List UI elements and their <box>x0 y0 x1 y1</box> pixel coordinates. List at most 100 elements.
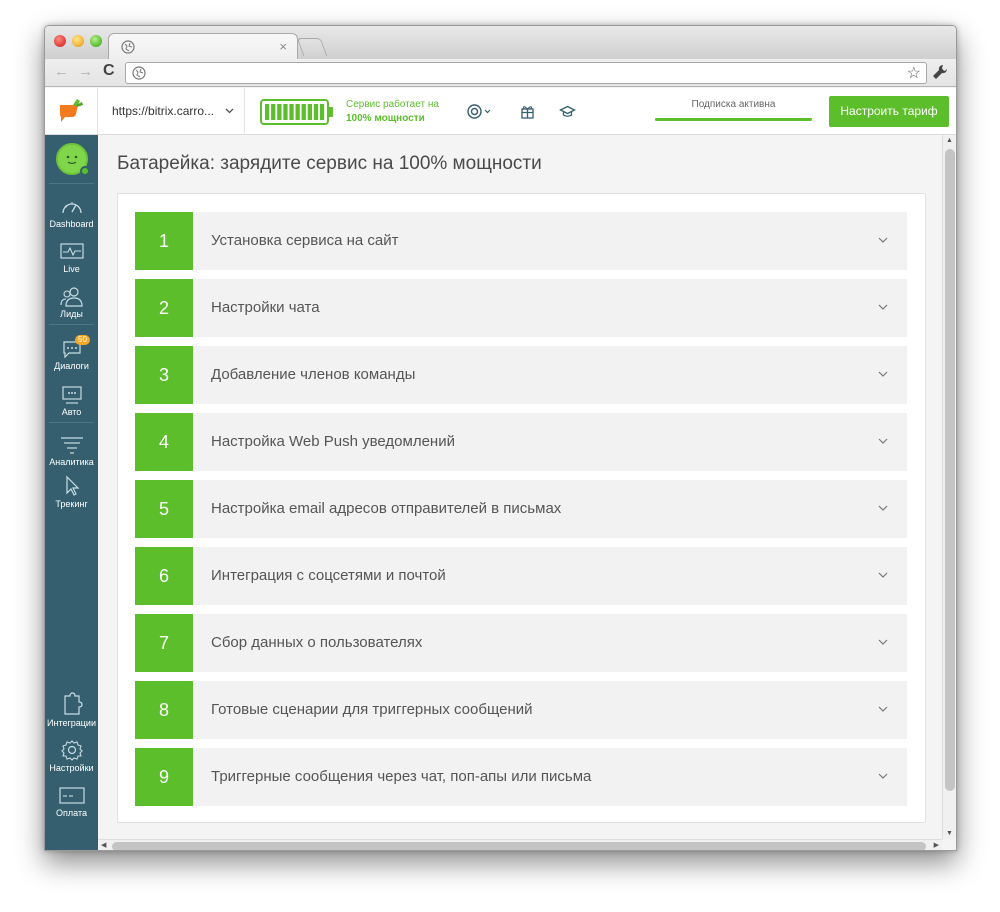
back-button[interactable]: ← <box>54 63 69 80</box>
sidebar-item-label: Настройки <box>49 763 94 773</box>
chevron-down-icon <box>878 237 888 243</box>
service-status-line1: Сервис работает на <box>346 99 439 110</box>
close-window-button[interactable] <box>54 35 66 47</box>
sidebar-item-auto[interactable]: Авто <box>45 385 98 417</box>
horizontal-scrollbar[interactable]: ◀ ▶ <box>98 839 942 850</box>
vertical-scroll-thumb[interactable] <box>945 149 955 791</box>
site-selector[interactable]: https://bitrix.carro... <box>99 88 245 134</box>
accordion-step[interactable]: 5 Настройка email адресов отправителей в… <box>135 480 907 538</box>
logo[interactable] <box>45 88 98 134</box>
cursor-icon <box>65 475 79 496</box>
reload-button[interactable]: C <box>103 62 115 80</box>
tab-close-icon[interactable]: × <box>279 39 287 54</box>
step-number: 8 <box>135 681 193 739</box>
site-url: https://bitrix.carro... <box>112 104 215 118</box>
browser-window: × ← → C ☆ https://bitrix.carro... Сервис… <box>44 25 957 851</box>
step-number: 1 <box>135 212 193 270</box>
horizontal-scroll-thumb[interactable] <box>112 842 926 850</box>
wrench-icon[interactable] <box>932 64 948 80</box>
battery-cell <box>283 104 288 120</box>
auto-message-icon <box>61 386 82 404</box>
zoom-window-button[interactable] <box>90 35 102 47</box>
main-content: Батарейка: зарядите сервис на 100% мощно… <box>98 135 942 839</box>
sidebar-item-dashboard[interactable]: Dashboard <box>45 197 98 229</box>
subscription-status: Подписка активна <box>691 99 776 110</box>
configure-tariff-button[interactable]: Настроить тариф <box>829 96 949 127</box>
browser-tab[interactable]: × <box>108 33 298 60</box>
battery-cell <box>277 104 282 120</box>
chevron-down-icon <box>878 706 888 712</box>
forward-button[interactable]: → <box>78 63 93 80</box>
sidebar-item-analytics[interactable]: Аналитика <box>45 433 98 467</box>
graduation-cap-icon[interactable] <box>559 103 576 120</box>
sidebar-item-label: Аналитика <box>49 457 94 467</box>
new-tab-button[interactable] <box>296 38 328 56</box>
accordion-step[interactable]: 4 Настройка Web Push уведомлений <box>135 413 907 471</box>
unread-count-badge: 50 <box>75 335 90 345</box>
battery-cell <box>319 104 325 120</box>
step-number: 4 <box>135 413 193 471</box>
carrot-logo-icon <box>60 99 83 122</box>
app-header: https://bitrix.carro... Сервис работает … <box>45 88 956 135</box>
step-title: Настройка email адресов отправителей в п… <box>211 500 562 517</box>
chevron-down-icon <box>878 639 888 645</box>
sidebar-item-payment[interactable]: Оплата <box>45 786 98 818</box>
sidebar-item-tracking[interactable]: Трекинг <box>45 475 98 509</box>
accordion-step[interactable]: 2 Настройки чата <box>135 279 907 337</box>
sidebar-item-live[interactable]: Live <box>45 242 98 274</box>
bookmark-star-icon[interactable]: ☆ <box>907 63 921 83</box>
step-title: Триггерные сообщения через чат, поп-апы … <box>211 768 592 785</box>
battery-cell <box>295 104 300 120</box>
step-number: 7 <box>135 614 193 672</box>
chevron-down-icon <box>878 505 888 511</box>
step-title: Сбор данных о пользователях <box>211 634 423 651</box>
sidebar-item-leads[interactable]: Лиды <box>45 286 98 319</box>
battery-cell <box>271 104 276 120</box>
accordion-step[interactable]: 8 Готовые сценарии для триггерных сообще… <box>135 681 907 739</box>
vertical-scrollbar[interactable]: ▲ ▼ <box>942 135 956 839</box>
step-title: Добавление членов команды <box>211 366 416 383</box>
step-title: Настройка Web Push уведомлений <box>211 433 455 450</box>
scroll-left-arrow-icon[interactable]: ◀ <box>101 841 106 849</box>
scroll-up-arrow-icon[interactable]: ▲ <box>946 137 953 144</box>
scroll-down-arrow-icon[interactable]: ▼ <box>946 830 953 837</box>
battery-icon[interactable] <box>260 99 334 125</box>
sidebar-item-dialogs[interactable]: 50 Диалоги <box>45 335 98 371</box>
gear-icon <box>60 740 83 761</box>
gift-icon[interactable] <box>519 103 536 120</box>
sidebar-item-label: Live <box>63 264 80 274</box>
accordion-step[interactable]: 7 Сбор данных о пользователях <box>135 614 907 672</box>
users-icon <box>59 287 83 307</box>
address-bar[interactable]: ☆ <box>125 62 927 84</box>
service-status: Сервис работает на 100% мощности <box>346 98 439 126</box>
scroll-right-arrow-icon[interactable]: ▶ <box>934 841 939 849</box>
sidebar-item-integrations[interactable]: Интеграции <box>45 692 98 728</box>
globe-icon <box>132 66 146 80</box>
avatar[interactable] <box>56 143 90 176</box>
chevron-down-icon <box>878 304 888 310</box>
step-title: Готовые сценарии для триггерных сообщени… <box>211 701 533 718</box>
step-title: Интеграция с соцсетями и почтой <box>211 567 446 584</box>
sidebar: Dashboard Live Лиды 50 Диалоги Авто Анал… <box>45 135 98 850</box>
sidebar-item-label: Трекинг <box>55 499 88 509</box>
browser-titlebar: × <box>45 26 956 60</box>
accordion-step[interactable]: 3 Добавление членов команды <box>135 346 907 404</box>
sidebar-item-settings[interactable]: Настройки <box>45 739 98 773</box>
accordion-step[interactable]: 6 Интеграция с соцсетями и почтой <box>135 547 907 605</box>
step-number: 2 <box>135 279 193 337</box>
sidebar-item-label: Лиды <box>60 309 83 319</box>
step-number: 9 <box>135 748 193 806</box>
speedometer-icon <box>61 202 82 214</box>
chevron-down-icon <box>878 773 888 779</box>
step-number: 5 <box>135 480 193 538</box>
lifebuoy-icon[interactable] <box>466 103 492 120</box>
puzzle-icon <box>63 692 83 715</box>
chevron-down-icon <box>878 438 888 444</box>
accordion-step[interactable]: 9 Триггерные сообщения через чат, поп-ап… <box>135 748 907 806</box>
browser-toolbar: ← → C ☆ <box>45 59 956 87</box>
chevron-down-icon <box>878 371 888 377</box>
sidebar-item-label: Интеграции <box>47 718 96 728</box>
minimize-window-button[interactable] <box>72 35 84 47</box>
sidebar-item-label: Dashboard <box>49 219 94 229</box>
accordion-step[interactable]: 1 Установка сервиса на сайт <box>135 212 907 270</box>
